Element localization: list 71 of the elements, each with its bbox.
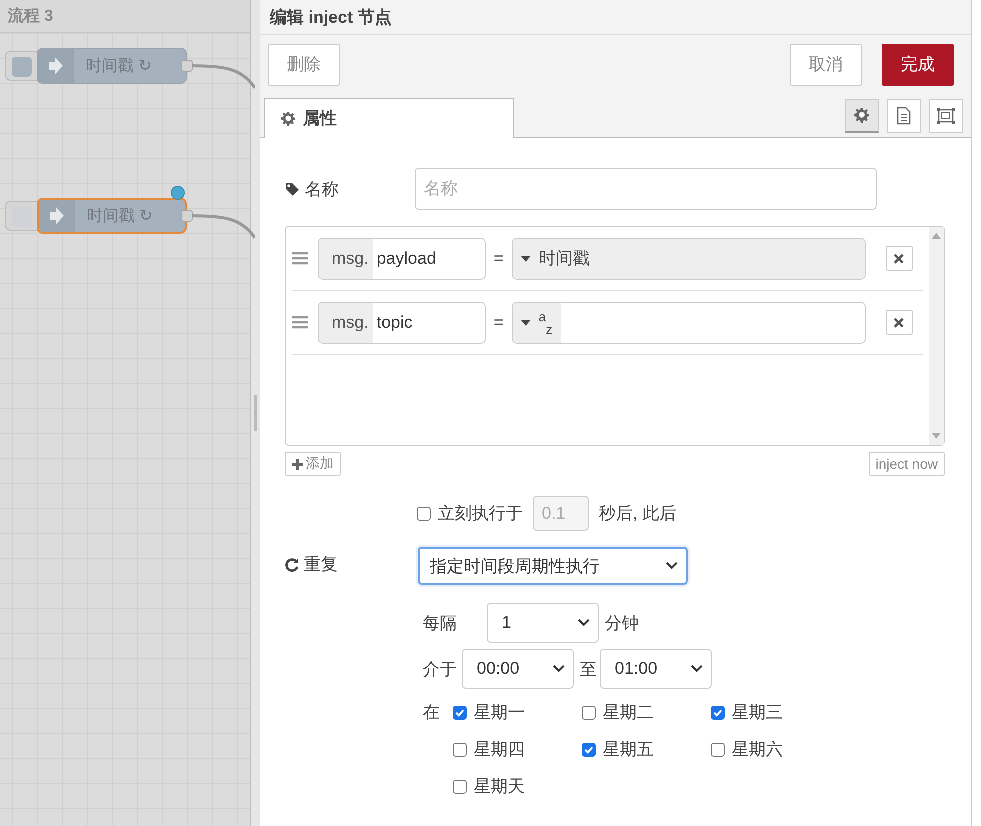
caret-icon	[666, 562, 678, 570]
node-label: 时间戳 ↻	[86, 206, 153, 226]
property-field[interactable]: msg. payload	[318, 238, 486, 280]
day-option[interactable]: 星期天	[453, 775, 582, 798]
equals-sign: =	[492, 248, 505, 268]
checkbox[interactable]	[453, 780, 467, 794]
days-label: 在	[423, 702, 441, 724]
arrow-icon	[48, 206, 64, 226]
day-option[interactable]: 星期一	[453, 701, 582, 724]
property-field[interactable]: msg. topic	[318, 302, 486, 344]
remove-button[interactable]	[886, 310, 913, 335]
value-type-field[interactable]: 时间戳	[512, 238, 866, 280]
remove-button[interactable]	[886, 246, 913, 271]
inject-now-button[interactable]: inject now	[868, 452, 945, 476]
plus-icon	[292, 458, 303, 470]
add-button[interactable]: 添加	[285, 452, 341, 476]
caret-icon	[691, 665, 703, 673]
checkbox[interactable]	[711, 706, 725, 720]
drag-handle-icon[interactable]	[292, 252, 308, 265]
once-label: 立刻执行于	[438, 503, 523, 525]
settings-icon	[281, 111, 296, 126]
repeat-label: 重复	[304, 554, 338, 576]
interval-label: 每隔	[423, 612, 458, 634]
node-label: 时间戳 ↻	[85, 56, 152, 76]
close-icon	[894, 318, 904, 328]
caret-icon	[520, 256, 531, 262]
caret-icon	[553, 665, 565, 673]
day-option[interactable]: 星期六	[711, 738, 811, 761]
start-time-select[interactable]: 00:00	[462, 649, 574, 689]
day-option[interactable]: 星期四	[453, 738, 582, 761]
side-tab[interactable]	[845, 98, 879, 132]
node-trigger-button[interactable]	[5, 51, 37, 81]
interval-select[interactable]: 1	[487, 603, 599, 643]
delete-button[interactable]: 删除	[268, 44, 340, 86]
dialog-title: 编辑 inject 节点	[270, 6, 392, 28]
repeat-select[interactable]: 指定时间段周期性执行	[418, 547, 688, 585]
interval-unit: 分钟	[605, 612, 639, 634]
end-time-select[interactable]: 01:00	[600, 649, 712, 689]
checkbox[interactable]	[417, 506, 431, 520]
resize-handle[interactable]	[254, 395, 257, 431]
settings-icon	[854, 107, 870, 123]
document-icon	[897, 106, 911, 124]
node-trigger-button[interactable]	[5, 201, 37, 231]
checkbox[interactable]	[453, 742, 467, 756]
equals-sign: =	[492, 312, 505, 332]
tab-label: 属性	[303, 108, 337, 130]
name-field[interactable]: 名称	[415, 168, 877, 210]
checkbox[interactable]	[582, 706, 596, 720]
arrow-icon	[48, 56, 64, 76]
cancel-button[interactable]: 取消	[790, 44, 862, 86]
day-option[interactable]: 星期二	[582, 701, 711, 724]
caret-icon	[520, 320, 531, 326]
between-label: 介于	[423, 658, 458, 680]
done-button[interactable]: 完成	[882, 44, 954, 86]
to-label: 至	[580, 658, 597, 680]
tag-icon	[285, 182, 300, 196]
name-label: 名称	[305, 178, 339, 200]
day-option[interactable]: 星期三	[711, 701, 811, 724]
side-tab[interactable]	[887, 98, 921, 132]
day-option[interactable]: 星期五	[582, 738, 711, 761]
checkbox[interactable]	[453, 706, 467, 720]
frame-icon	[936, 106, 956, 124]
checkbox[interactable]	[582, 742, 596, 756]
delay-unit: 秒后, 此后	[599, 503, 676, 525]
side-tab[interactable]	[929, 98, 963, 132]
checkbox[interactable]	[711, 742, 725, 756]
caret-icon	[578, 619, 590, 627]
repeat-icon	[285, 558, 299, 572]
close-icon	[894, 254, 904, 264]
drag-handle-icon[interactable]	[292, 316, 308, 329]
properties-tab[interactable]: 属性	[264, 98, 514, 138]
